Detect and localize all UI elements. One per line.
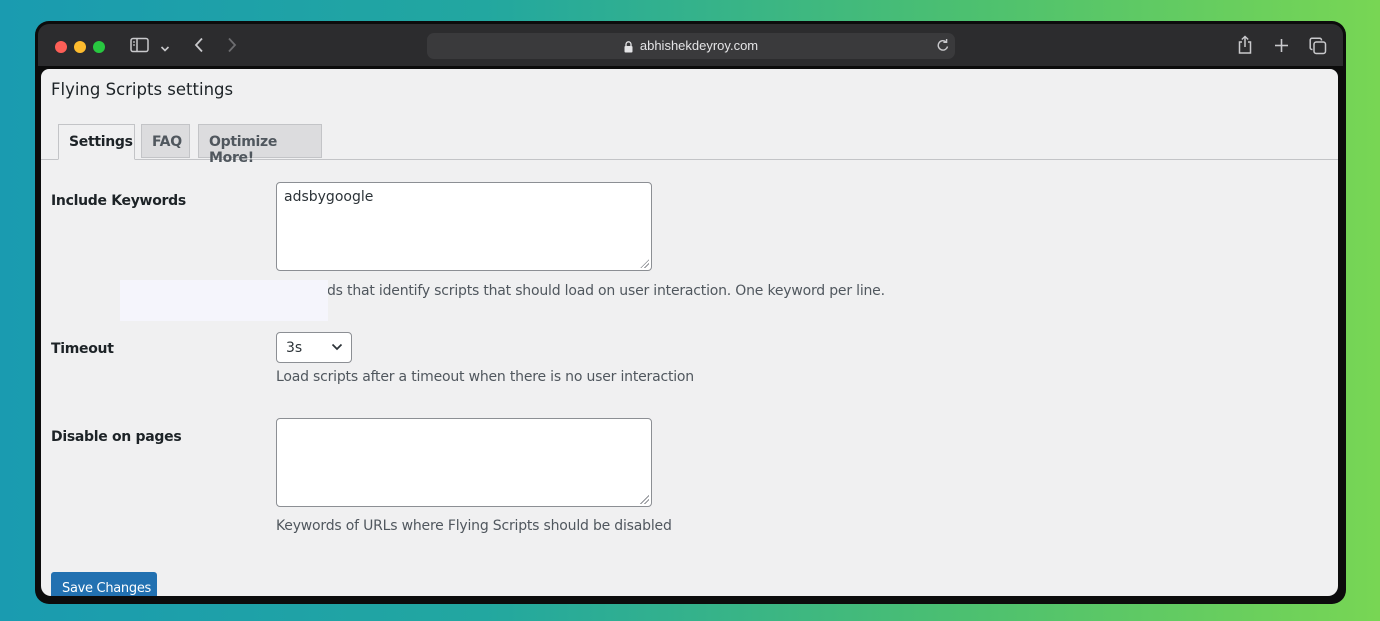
new-tab-icon[interactable] — [1274, 38, 1289, 58]
chevron-down-icon — [331, 339, 343, 359]
tab-optimize-more[interactable]: Optimize More! — [198, 124, 322, 166]
chevron-down-icon[interactable] — [160, 40, 170, 58]
include-keywords-label: Include Keywords — [51, 193, 186, 209]
tab-faq[interactable]: FAQ — [141, 124, 190, 158]
include-keywords-value: adsbygoogle — [284, 189, 374, 205]
resize-grip-icon[interactable] — [640, 495, 649, 504]
browser-window: abhishekdeyroy.com Flying Scripts settin… — [35, 21, 1346, 604]
include-keywords-description: ds that identify scripts that should loa… — [327, 283, 885, 299]
zoom-window-button[interactable] — [93, 41, 105, 53]
close-window-button[interactable] — [55, 41, 67, 53]
disable-on-pages-textarea[interactable] — [276, 418, 652, 507]
page-title: Flying Scripts settings — [51, 80, 234, 99]
timeout-value: 3s — [286, 340, 303, 356]
disable-on-pages-description: Keywords of URLs where Flying Scripts sh… — [276, 518, 672, 534]
timeout-label: Timeout — [51, 341, 114, 357]
timeout-description: Load scripts after a timeout when there … — [276, 369, 694, 385]
tabs-overview-icon[interactable] — [1309, 37, 1327, 60]
settings-page: Flying Scripts settings Settings FAQ Opt… — [41, 69, 1338, 596]
save-changes-button[interactable]: Save Changes — [51, 572, 157, 596]
resize-grip-icon[interactable] — [640, 259, 649, 268]
tab-settings[interactable]: Settings — [58, 124, 135, 160]
reload-icon[interactable] — [936, 38, 950, 58]
sidebar-icon[interactable] — [130, 37, 149, 58]
share-icon[interactable] — [1237, 35, 1253, 60]
minimize-window-button[interactable] — [74, 41, 86, 53]
address-url: abhishekdeyroy.com — [639, 38, 759, 53]
browser-toolbar: abhishekdeyroy.com — [38, 24, 1343, 66]
include-keywords-textarea[interactable]: adsbygoogle — [276, 182, 652, 271]
forward-icon[interactable] — [227, 37, 237, 58]
redaction-overlay — [120, 280, 328, 321]
address-bar[interactable]: abhishekdeyroy.com — [427, 33, 955, 59]
timeout-select[interactable]: 3s — [276, 332, 352, 363]
disable-on-pages-label: Disable on pages — [51, 429, 182, 445]
back-icon[interactable] — [194, 37, 204, 58]
